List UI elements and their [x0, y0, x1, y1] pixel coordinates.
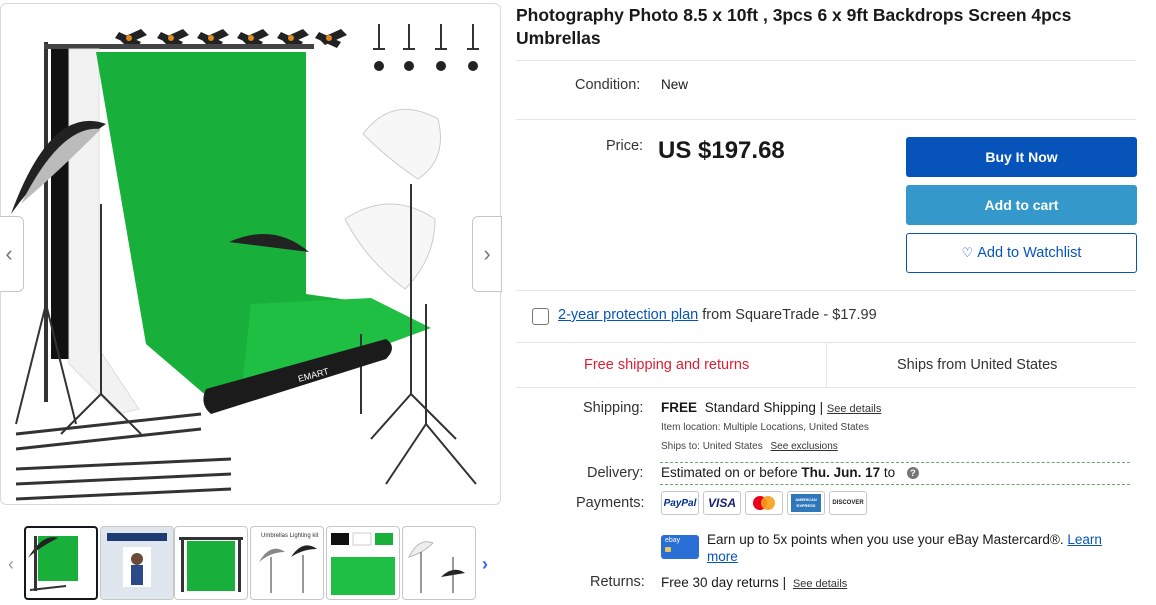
add-to-watchlist-button[interactable]: ♡ Add to Watchlist — [906, 233, 1137, 273]
visa-label: VISA — [707, 496, 736, 510]
price-label: Price: — [606, 138, 644, 154]
thumbnails-prev-icon[interactable]: ‹ — [2, 552, 20, 576]
product-photo-illustration: EMART — [11, 24, 479, 501]
see-exclusions-link[interactable]: See exclusions — [771, 441, 838, 452]
shipping-summary-box: Free shipping and returns Ships from Uni… — [516, 342, 1136, 388]
poles-illustration — [15, 412, 232, 501]
payments-label: Payments: — [576, 495, 645, 511]
help-icon[interactable]: ? — [906, 467, 919, 479]
divider — [516, 119, 1136, 120]
thumbnail-5[interactable] — [326, 526, 400, 600]
condition-value: New — [661, 77, 689, 92]
delivery-label: Delivery: — [587, 465, 644, 481]
thumbnail-1[interactable] — [24, 526, 98, 600]
paypal-icon: PayPal — [661, 491, 699, 515]
thumbnail-4[interactable]: Umbrellas Lighting kit — [250, 526, 324, 600]
ebay-card-label: ebay — [665, 537, 681, 544]
shipping-separator: | — [819, 400, 824, 415]
promo-text: Earn up to 5x points when you use your e… — [707, 532, 1068, 547]
gallery-next-button[interactable]: › — [472, 216, 502, 292]
thumbnail-2[interactable] — [100, 526, 174, 600]
condition-label: Condition: — [575, 77, 641, 93]
thumbnail-3[interactable] — [174, 526, 248, 600]
amex-label: AMERICAN EXPRESS — [791, 494, 821, 512]
heart-icon: ♡ — [961, 245, 974, 260]
add-to-watchlist-label: Add to Watchlist — [977, 245, 1082, 261]
shipping-label: Shipping: — [583, 400, 644, 416]
thumbnail-4-caption: Umbrellas Lighting kit — [261, 533, 319, 539]
protection-plan-text: 2-year protection plan from SquareTrade … — [558, 307, 877, 323]
delivery-after: to — [880, 465, 896, 480]
item-location: Item location: Multiple Locations, Unite… — [661, 422, 869, 433]
thumbnail-strip: ‹ Umbrellas Lighting kit › — [0, 524, 501, 602]
shipping-method: Standard Shipping — [704, 400, 816, 415]
returns-details: Free 30 day returns | See details — [661, 575, 847, 590]
shipping-box-divider — [826, 343, 827, 387]
dashed-divider — [660, 462, 1130, 463]
price-value: US $197.68 — [658, 137, 785, 164]
divider — [516, 60, 1136, 61]
shipping-details: FREE Standard Shipping | See details — [661, 400, 881, 415]
ships-from-text: Ships from United States — [897, 357, 1058, 373]
free-shipping-returns-text: Free shipping and returns — [584, 357, 750, 373]
dashed-divider — [660, 484, 1130, 485]
ships-to-text: Ships to: United States — [661, 441, 763, 452]
returns-separator: | — [782, 575, 787, 590]
visa-icon: VISA — [703, 491, 741, 515]
delivery-text: Estimated on or before — [661, 465, 802, 480]
returns-text: Free 30 day returns — [661, 575, 779, 590]
gallery-prev-button[interactable]: ‹ — [0, 216, 24, 292]
main-product-image[interactable]: EMART — [0, 3, 501, 505]
thumbnails-next-icon[interactable]: › — [476, 552, 494, 576]
hooks-illustration — [373, 24, 479, 50]
ships-to-label: Ships to: United States See exclusions — [661, 441, 838, 452]
divider — [516, 290, 1136, 291]
delivery-estimate: Estimated on or before Thu. Jun. 17 to ? — [661, 465, 919, 480]
thumbnail-6[interactable] — [402, 526, 476, 600]
protection-plan-checkbox[interactable] — [532, 308, 549, 325]
amex-icon: AMERICAN EXPRESS — [787, 491, 825, 515]
shipping-see-details-link[interactable]: See details — [827, 403, 881, 415]
protection-plan-link[interactable]: 2-year protection plan — [558, 307, 698, 323]
returns-label: Returns: — [590, 574, 645, 590]
ebay-mastercard-icon: ebay — [661, 535, 699, 559]
buy-it-now-button[interactable]: Buy It Now — [906, 137, 1137, 177]
mastercard-icon — [745, 491, 783, 515]
paypal-label: PayPal — [663, 497, 697, 509]
shipping-free: FREE — [661, 400, 698, 415]
delivery-date: Thu. Jun. 17 — [801, 465, 881, 480]
product-title: Photography Photo 8.5 x 10ft , 3pcs 6 x … — [516, 5, 1072, 48]
discover-label: DISCOVER — [832, 500, 864, 506]
add-to-cart-button[interactable]: Add to cart — [906, 185, 1137, 225]
ebay-mastercard-promo: Earn up to 5x points when you use your e… — [707, 531, 1127, 565]
discover-icon: DISCOVER — [829, 491, 867, 515]
returns-see-details-link[interactable]: See details — [793, 578, 847, 590]
protection-plan-detail: from SquareTrade - $17.99 — [698, 307, 877, 323]
